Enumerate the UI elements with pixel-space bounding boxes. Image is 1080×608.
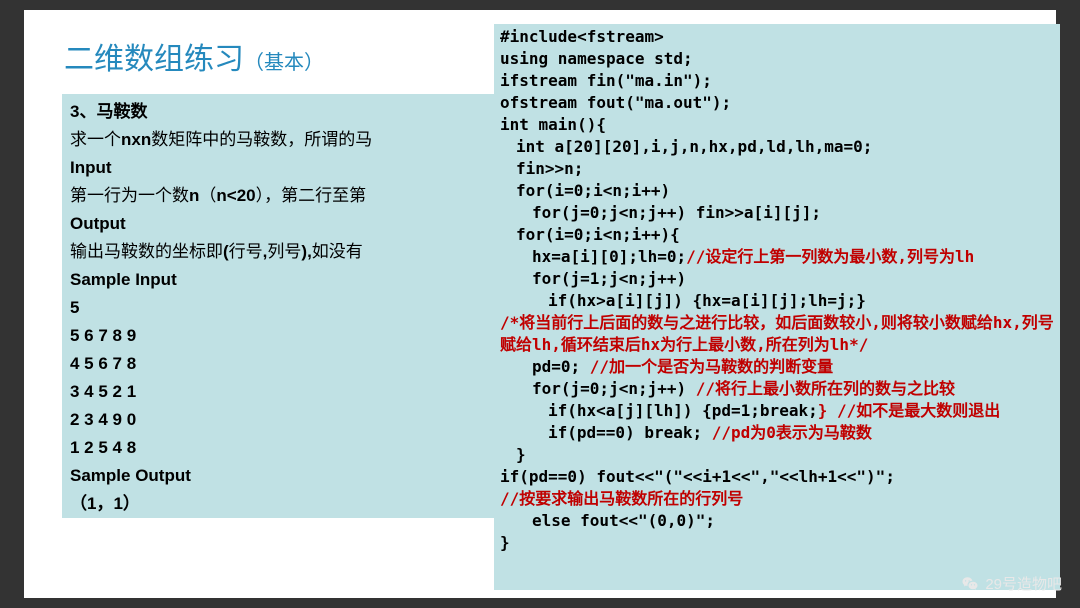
title-sub: （基本） [244, 52, 324, 74]
code-line: for(i=0;i<n;i++) [500, 180, 1054, 202]
code-line: //按要求输出马鞍数所在的行列号 [500, 488, 1054, 510]
watermark-text: 29号造物吧 [985, 573, 1062, 594]
problem-line: 求一个nxn数矩阵中的马鞍数，所谓的马 [70, 126, 488, 154]
problem-line: 5 6 7 8 9 [70, 322, 488, 350]
code-line: for(i=0;i<n;i++){ [500, 224, 1054, 246]
code-line: for(j=0;j<n;j++) //将行上最小数所在列的数与之比较 [500, 378, 1054, 400]
watermark: 29号造物吧 [961, 573, 1062, 594]
title-main: 二维数组练习 [64, 43, 244, 76]
problem-line: Input [70, 154, 488, 182]
code-line: hx=a[i][0];lh=0;//设定行上第一列数为最小数,列号为lh [500, 246, 1054, 268]
code-line: ofstream fout("ma.out"); [500, 92, 1054, 114]
code-line: int main(){ [500, 114, 1054, 136]
problem-line: 4 5 6 7 8 [70, 350, 488, 378]
code-line: } [500, 444, 1054, 466]
slide: 二维数组练习（基本） 3、马鞍数求一个nxn数矩阵中的马鞍数，所谓的马Input… [24, 10, 1056, 598]
code-line: for(j=0;j<n;j++) fin>>a[i][j]; [500, 202, 1054, 224]
code-line: using namespace std; [500, 48, 1054, 70]
code-line: ifstream fin("ma.in"); [500, 70, 1054, 92]
problem-line: 3 4 5 2 1 [70, 378, 488, 406]
code-box: #include<fstream>using namespace std;ifs… [494, 24, 1060, 590]
problem-line: Sample Input [70, 266, 488, 294]
problem-line: 输出马鞍数的坐标即(行号,列号),如没有 [70, 238, 488, 266]
problem-line: Output [70, 210, 488, 238]
code-line: if(pd==0) break; //pd为0表示为马鞍数 [500, 422, 1054, 444]
problem-line: Sample Output [70, 462, 488, 490]
code-line: fin>>n; [500, 158, 1054, 180]
code-line: else fout<<"(0,0)"; [500, 510, 1054, 532]
code-line: } [500, 532, 1054, 554]
code-line: int a[20][20],i,j,n,hx,pd,ld,lh,ma=0; [500, 136, 1054, 158]
code-line: if(hx<a[j][lh]) {pd=1;break;} //如不是最大数则退… [500, 400, 1054, 422]
problem-line: 5 [70, 294, 488, 322]
code-line: if(pd==0) fout<<"("<<i+1<<","<<lh+1<<")"… [500, 466, 1054, 488]
code-line: for(j=1;j<n;j++) [500, 268, 1054, 290]
problem-line: 2 3 4 9 0 [70, 406, 488, 434]
problem-box: 3、马鞍数求一个nxn数矩阵中的马鞍数，所谓的马Input第一行为一个数n（n<… [62, 94, 496, 518]
problem-line: 1 2 5 4 8 [70, 434, 488, 462]
problem-line: 第一行为一个数n（n<20），第二行至第 [70, 182, 488, 210]
code-line: #include<fstream> [500, 26, 1054, 48]
problem-line: （1，1） [70, 490, 488, 518]
code-line: pd=0; //加一个是否为马鞍数的判断变量 [500, 356, 1054, 378]
problem-line: 3、马鞍数 [70, 98, 488, 126]
code-line: /*将当前行上后面的数与之进行比较，如后面数较小,则将较小数赋给hx,列号赋给l… [500, 312, 1054, 356]
code-line: if(hx>a[i][j]) {hx=a[i][j];lh=j;} [500, 290, 1054, 312]
wechat-icon [961, 575, 979, 593]
